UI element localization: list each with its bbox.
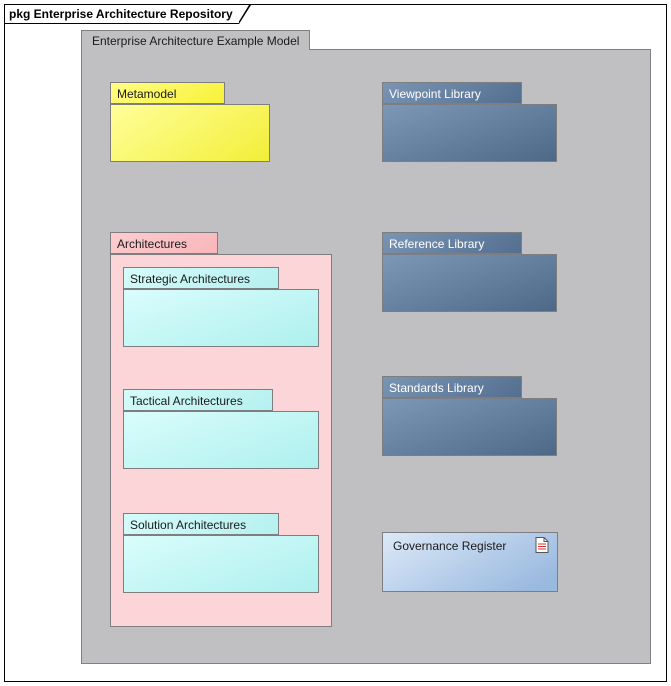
package-solution-body [123, 535, 319, 593]
package-solution-label: Solution Architectures [123, 513, 279, 535]
package-architectures[interactable]: Architectures Strategic Architectures Ta… [110, 232, 332, 627]
artifact-governance-register[interactable]: Governance Register [382, 532, 558, 592]
artifact-governance-label: Governance Register [393, 539, 506, 553]
package-reference-body [382, 254, 557, 312]
package-tactical-body [123, 411, 319, 469]
document-icon [535, 537, 549, 553]
package-strategic-label: Strategic Architectures [123, 267, 279, 289]
package-reference-library[interactable]: Reference Library [382, 232, 557, 312]
model-package-label: Enterprise Architecture Example Model [81, 30, 310, 50]
package-solution[interactable]: Solution Architectures [123, 513, 319, 593]
package-architectures-label: Architectures [110, 232, 218, 254]
package-standards-label: Standards Library [382, 376, 522, 398]
package-viewpoint-body [382, 104, 557, 162]
package-metamodel-body [110, 104, 270, 162]
model-package: Enterprise Architecture Example Model Me… [81, 49, 651, 664]
package-architectures-body: Strategic Architectures Tactical Archite… [110, 254, 332, 627]
package-strategic-body [123, 289, 319, 347]
package-metamodel-label: Metamodel [110, 82, 225, 104]
package-strategic[interactable]: Strategic Architectures [123, 267, 319, 347]
package-reference-label: Reference Library [382, 232, 522, 254]
diagram-frame: pkg Enterprise Architecture Repository E… [4, 4, 667, 682]
diagram-frame-title: pkg Enterprise Architecture Repository [4, 4, 239, 24]
package-tactical[interactable]: Tactical Architectures [123, 389, 319, 469]
package-metamodel[interactable]: Metamodel [110, 82, 270, 162]
package-viewpoint-label: Viewpoint Library [382, 82, 522, 104]
package-standards-body [382, 398, 557, 456]
diagram-frame-tab-corner [239, 4, 251, 24]
diagram-frame-tab: pkg Enterprise Architecture Repository [4, 4, 251, 24]
package-tactical-label: Tactical Architectures [123, 389, 273, 411]
package-viewpoint-library[interactable]: Viewpoint Library [382, 82, 557, 162]
package-standards-library[interactable]: Standards Library [382, 376, 557, 456]
